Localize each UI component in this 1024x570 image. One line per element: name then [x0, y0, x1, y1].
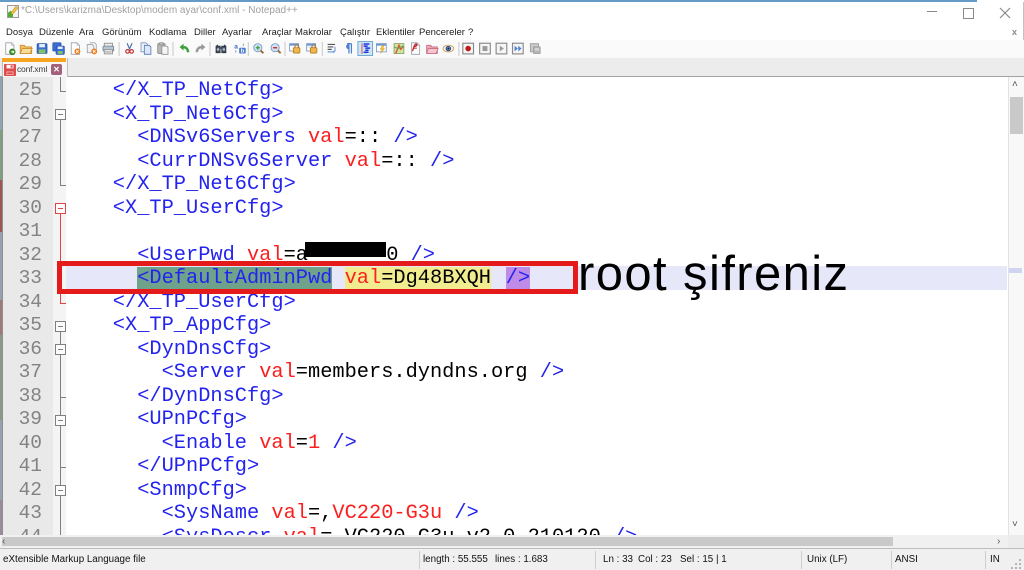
- svg-text:b: b: [241, 49, 245, 55]
- svg-text:a: a: [234, 44, 238, 51]
